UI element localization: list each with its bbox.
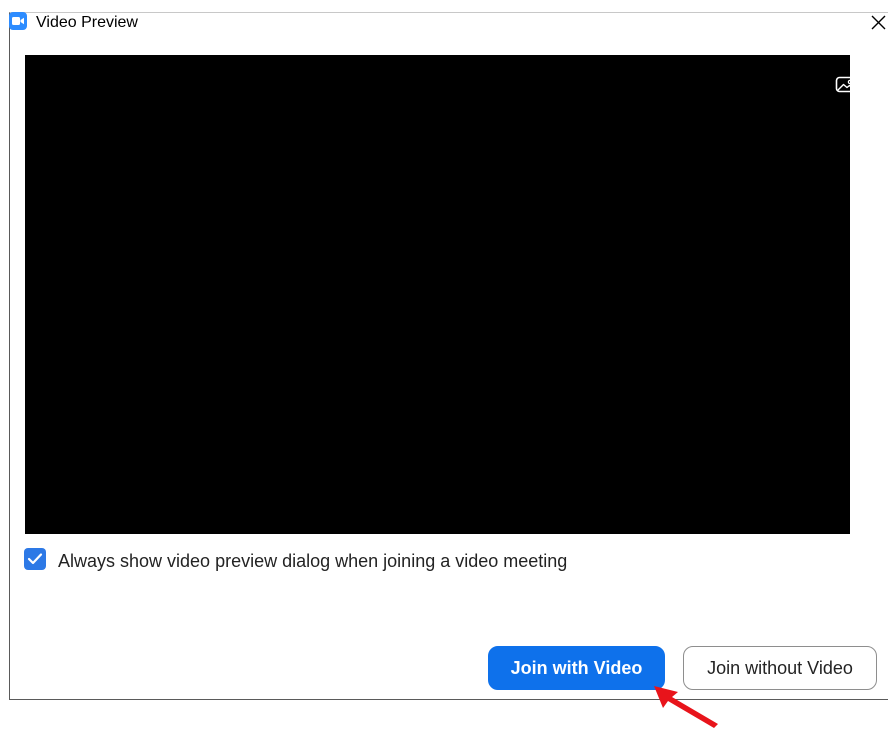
window-title: Video Preview	[36, 14, 138, 31]
annotation-arrow-icon	[654, 686, 718, 728]
always-show-preview-checkbox[interactable]	[24, 548, 46, 570]
close-icon	[871, 15, 886, 30]
virtual-background-button[interactable]	[834, 74, 858, 94]
always-show-preview-label[interactable]: Always show video preview dialog when jo…	[58, 550, 567, 572]
checkmark-icon	[27, 553, 43, 565]
zoom-camera-icon	[9, 12, 27, 30]
close-button[interactable]	[868, 12, 888, 34]
join-with-video-button[interactable]: Join with Video	[488, 646, 665, 690]
video-preview-area	[25, 55, 857, 534]
virtual-background-icon	[835, 76, 857, 93]
